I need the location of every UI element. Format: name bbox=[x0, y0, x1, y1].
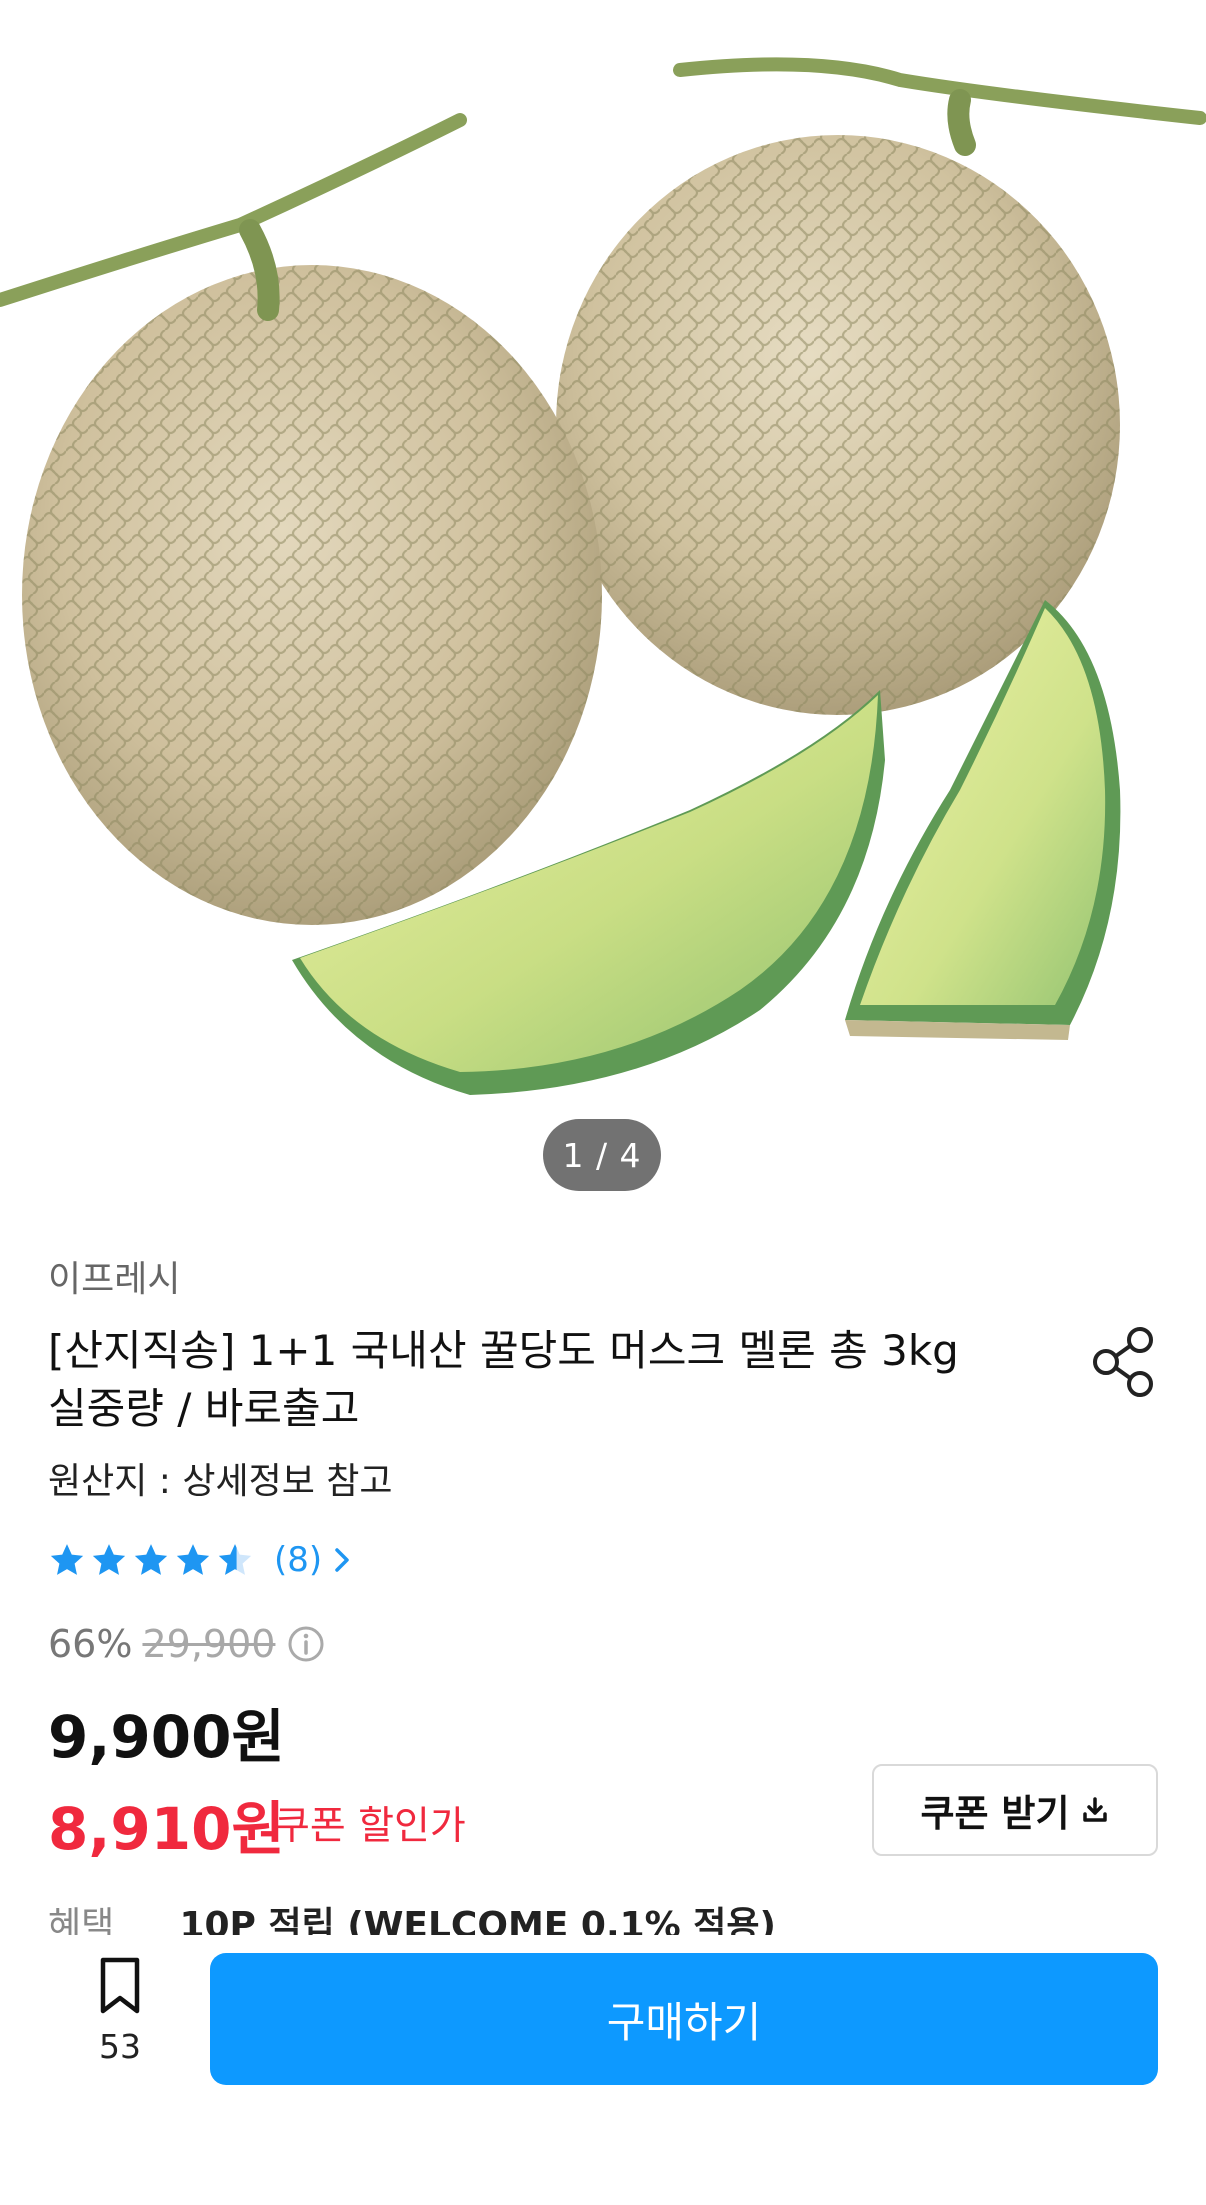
product-title: [산지직송] 1+1 국내산 꿀당도 머스크 멜론 총 3kg 실중량 / 바로… bbox=[48, 1326, 959, 1433]
bookmark-icon bbox=[100, 1957, 140, 2014]
bottom-action-bar: 53 구매하기 bbox=[0, 1935, 1206, 2205]
benefit-value: 10P 적립 (WELCOME 0.1% 적용) bbox=[179, 1905, 776, 1938]
rating-row[interactable]: (8) bbox=[48, 1537, 352, 1583]
coupon-price: 8,910원 bbox=[48, 1795, 285, 1863]
original-price: 29,900 bbox=[142, 1622, 276, 1666]
get-coupon-button[interactable]: 쿠폰 받기 bbox=[872, 1764, 1158, 1856]
chevron-right-icon bbox=[335, 1548, 349, 1572]
share-button[interactable] bbox=[1088, 1322, 1158, 1402]
download-icon bbox=[1082, 1797, 1107, 1822]
origin-info: 원산지 : 상세정보 참고 bbox=[48, 1461, 393, 1502]
half-star-icon bbox=[218, 1544, 252, 1575]
rating-stars bbox=[48, 1541, 254, 1579]
brand-name[interactable]: 이프레시 bbox=[48, 1250, 180, 1302]
discount-rate: 66% bbox=[48, 1622, 133, 1666]
coupon-price-label: 쿠폰 할인가 bbox=[274, 1804, 466, 1849]
star-icon bbox=[176, 1544, 210, 1575]
benefit-row: 혜택 10P 적립 (WELCOME 0.1% 적용) bbox=[48, 1896, 776, 1938]
share-icon bbox=[1093, 1327, 1153, 1397]
get-coupon-label: 쿠폰 받기 bbox=[920, 1792, 1070, 1835]
sale-price: 9,900원 bbox=[48, 1703, 285, 1771]
bookmark-count: 53 bbox=[99, 2027, 141, 2066]
image-page-indicator: 1 / 4 bbox=[543, 1119, 661, 1191]
bookmark-button[interactable]: 53 bbox=[78, 1955, 162, 2085]
benefit-label: 혜택 bbox=[48, 1905, 115, 1938]
star-icon bbox=[134, 1544, 168, 1575]
discount-row: 66% 29,900 bbox=[48, 1622, 325, 1666]
melon-photo bbox=[0, 57, 1206, 1095]
review-count-link[interactable]: (8) bbox=[274, 1540, 322, 1580]
product-image-gallery[interactable]: 1 / 4 bbox=[0, 0, 1206, 1208]
star-icon bbox=[50, 1544, 84, 1575]
buy-button[interactable]: 구매하기 bbox=[210, 1953, 1158, 2085]
info-icon[interactable] bbox=[287, 1625, 325, 1663]
star-icon bbox=[92, 1544, 126, 1575]
